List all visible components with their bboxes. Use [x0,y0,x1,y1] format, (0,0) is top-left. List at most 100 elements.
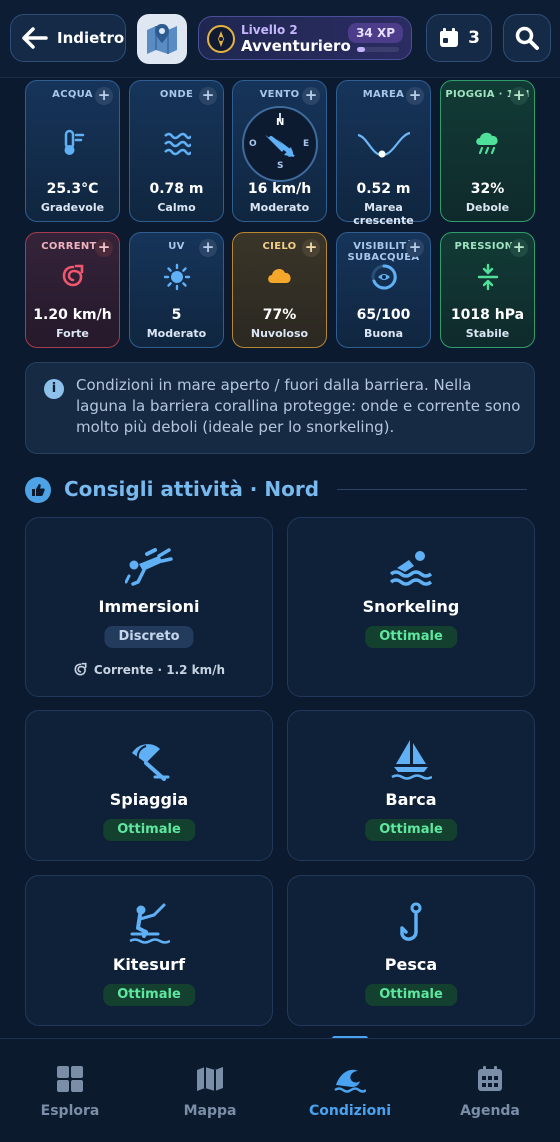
metric-card-waves[interactable]: ONDE + 0.78 m Calmo [129,80,224,222]
diver-icon [124,548,173,586]
plus-icon[interactable]: + [406,239,424,257]
metric-card-sky[interactable]: CIELO + 77% Nuvoloso [232,232,327,348]
plus-icon[interactable]: + [302,87,320,105]
compass-north: N [276,117,285,128]
metric-card-water[interactable]: ACQUA + 25.3°C Gradevole [25,80,120,222]
waves-icon [163,132,192,156]
plus-icon[interactable]: + [510,87,528,105]
tide-curve-icon [357,131,410,158]
metric-status: Moderato [146,327,207,340]
current-icon [74,662,87,676]
map-icon [197,1067,223,1091]
wave-icon [334,1069,367,1093]
metric-status: Debole [465,201,510,214]
plus-icon[interactable]: + [510,239,528,257]
swimmer-icon [389,551,433,586]
activity-name: Barca [385,790,437,809]
nav-label: Esplora [40,1103,100,1119]
compass-icon [207,25,235,53]
eye-ring-icon [371,264,397,290]
plus-icon[interactable]: + [95,87,113,105]
sun-icon [163,263,190,291]
cloud-icon [267,269,291,283]
activity-rating: Discreto [104,626,194,648]
compass-south: S [277,161,284,171]
calendar-icon [478,1066,502,1091]
info-icon: i [44,379,64,399]
activity-name: Spiaggia [109,790,189,809]
xp-badge: 34 XP [348,23,403,43]
level-badge[interactable]: Livello 2 Avventuriero 34 XP [198,16,412,60]
plus-icon[interactable]: + [199,239,217,257]
metric-value: 1.20 km/h [33,307,112,323]
top-bar: Indietro Livello 2 Avventuriero 34 XP 3 [0,0,560,78]
activity-note-text: Corrente · 1.2 km/h [93,662,226,677]
grid-icon [57,1066,83,1092]
calendar-button[interactable]: 3 [426,14,492,62]
activity-name: Snorkeling [362,597,460,616]
metric-status: Forte [56,327,89,340]
metric-value: 32% [470,181,505,197]
nav-item-agenda[interactable]: Agenda [420,1039,560,1142]
fishhook-icon [400,902,422,941]
info-text: Condizioni in mare aperto / fuori dalla … [76,376,521,436]
activity-card-snorkeling[interactable]: Snorkeling Ottimale [287,517,535,697]
plus-icon[interactable]: + [406,87,424,105]
current-icon [62,264,83,287]
section-divider [337,489,527,490]
metric-card-pressure[interactable]: PRESSIONE + 1018 hPa Stabile [440,232,535,348]
bottom-navigation: Esplora Mappa Condizioni Agenda [0,1038,560,1142]
metric-value: 5 [171,307,182,323]
thermometer-icon [64,129,84,155]
nav-item-condizioni[interactable]: Condizioni [280,1039,420,1142]
plus-icon[interactable]: + [302,239,320,257]
metric-card-uv[interactable]: UV + 5 Moderato [129,232,224,348]
level-number: Livello 2 [241,23,298,37]
search-button[interactable] [503,14,551,62]
activity-name: Pesca [384,955,438,974]
metric-card-visibility[interactable]: VISIBILITÀ SUBACQUEA + 65/100 Buona [336,232,431,348]
metric-value: 0.52 m [356,181,411,197]
section-heading: Consigli attività · Nord [25,476,535,504]
back-button[interactable]: Indietro [10,14,126,62]
metric-status: Stabile [465,327,510,340]
activity-card-diving[interactable]: Immersioni Discreto Corrente · 1.2 km/h [25,517,273,697]
activity-card-boat[interactable]: Barca Ottimale [287,710,535,861]
activity-card-fishing[interactable]: Pesca Ottimale [287,875,535,1026]
metric-value: 0.78 m [149,181,204,197]
sailboat-icon [391,740,433,780]
calendar-count: 3 [468,28,480,48]
plus-icon[interactable]: + [95,239,113,257]
activity-rating: Ottimale [365,626,457,648]
metric-status: Calmo [157,201,196,214]
plus-icon[interactable]: + [199,87,217,105]
metric-status: Moderato [249,201,310,214]
arrow-left-icon [22,27,48,49]
activity-rating: Ottimale [103,984,195,1006]
activity-rating: Ottimale [365,984,457,1006]
compass-west: O [249,139,257,149]
rain-cloud-icon [475,132,498,155]
xp-progress-bar [357,47,399,52]
kitesurf-icon [129,903,171,944]
nav-item-esplora[interactable]: Esplora [0,1039,140,1142]
metric-value: 1018 hPa [450,307,525,323]
app-logo[interactable] [137,14,187,64]
activity-card-beach[interactable]: Spiaggia Ottimale [25,710,273,861]
nav-item-mappa[interactable]: Mappa [140,1039,280,1142]
map-pin-icon [147,24,177,54]
nav-label: Mappa [183,1103,237,1119]
metric-card-tide[interactable]: MAREA + 0.52 m Marea crescente [336,80,431,227]
section-title: Consigli attività · Nord [64,477,320,501]
calendar-icon [440,28,459,47]
search-icon [515,26,539,50]
metric-card-current[interactable]: CORRENTE + 1.20 km/h Forte [25,232,120,348]
metric-card-wind[interactable]: VENTO + N S E O 16 km/h Moderato [232,80,327,222]
metric-card-rain[interactable]: PIOGGIA · 12H + 32% Debole [440,80,535,222]
activity-card-kitesurf[interactable]: Kitesurf Ottimale [25,875,273,1026]
activity-rating: Ottimale [103,819,195,841]
pressure-icon [477,263,498,291]
metric-status: Buona [363,327,404,340]
metric-status: Nuvoloso [250,327,309,340]
thumbs-up-icon [25,477,51,503]
